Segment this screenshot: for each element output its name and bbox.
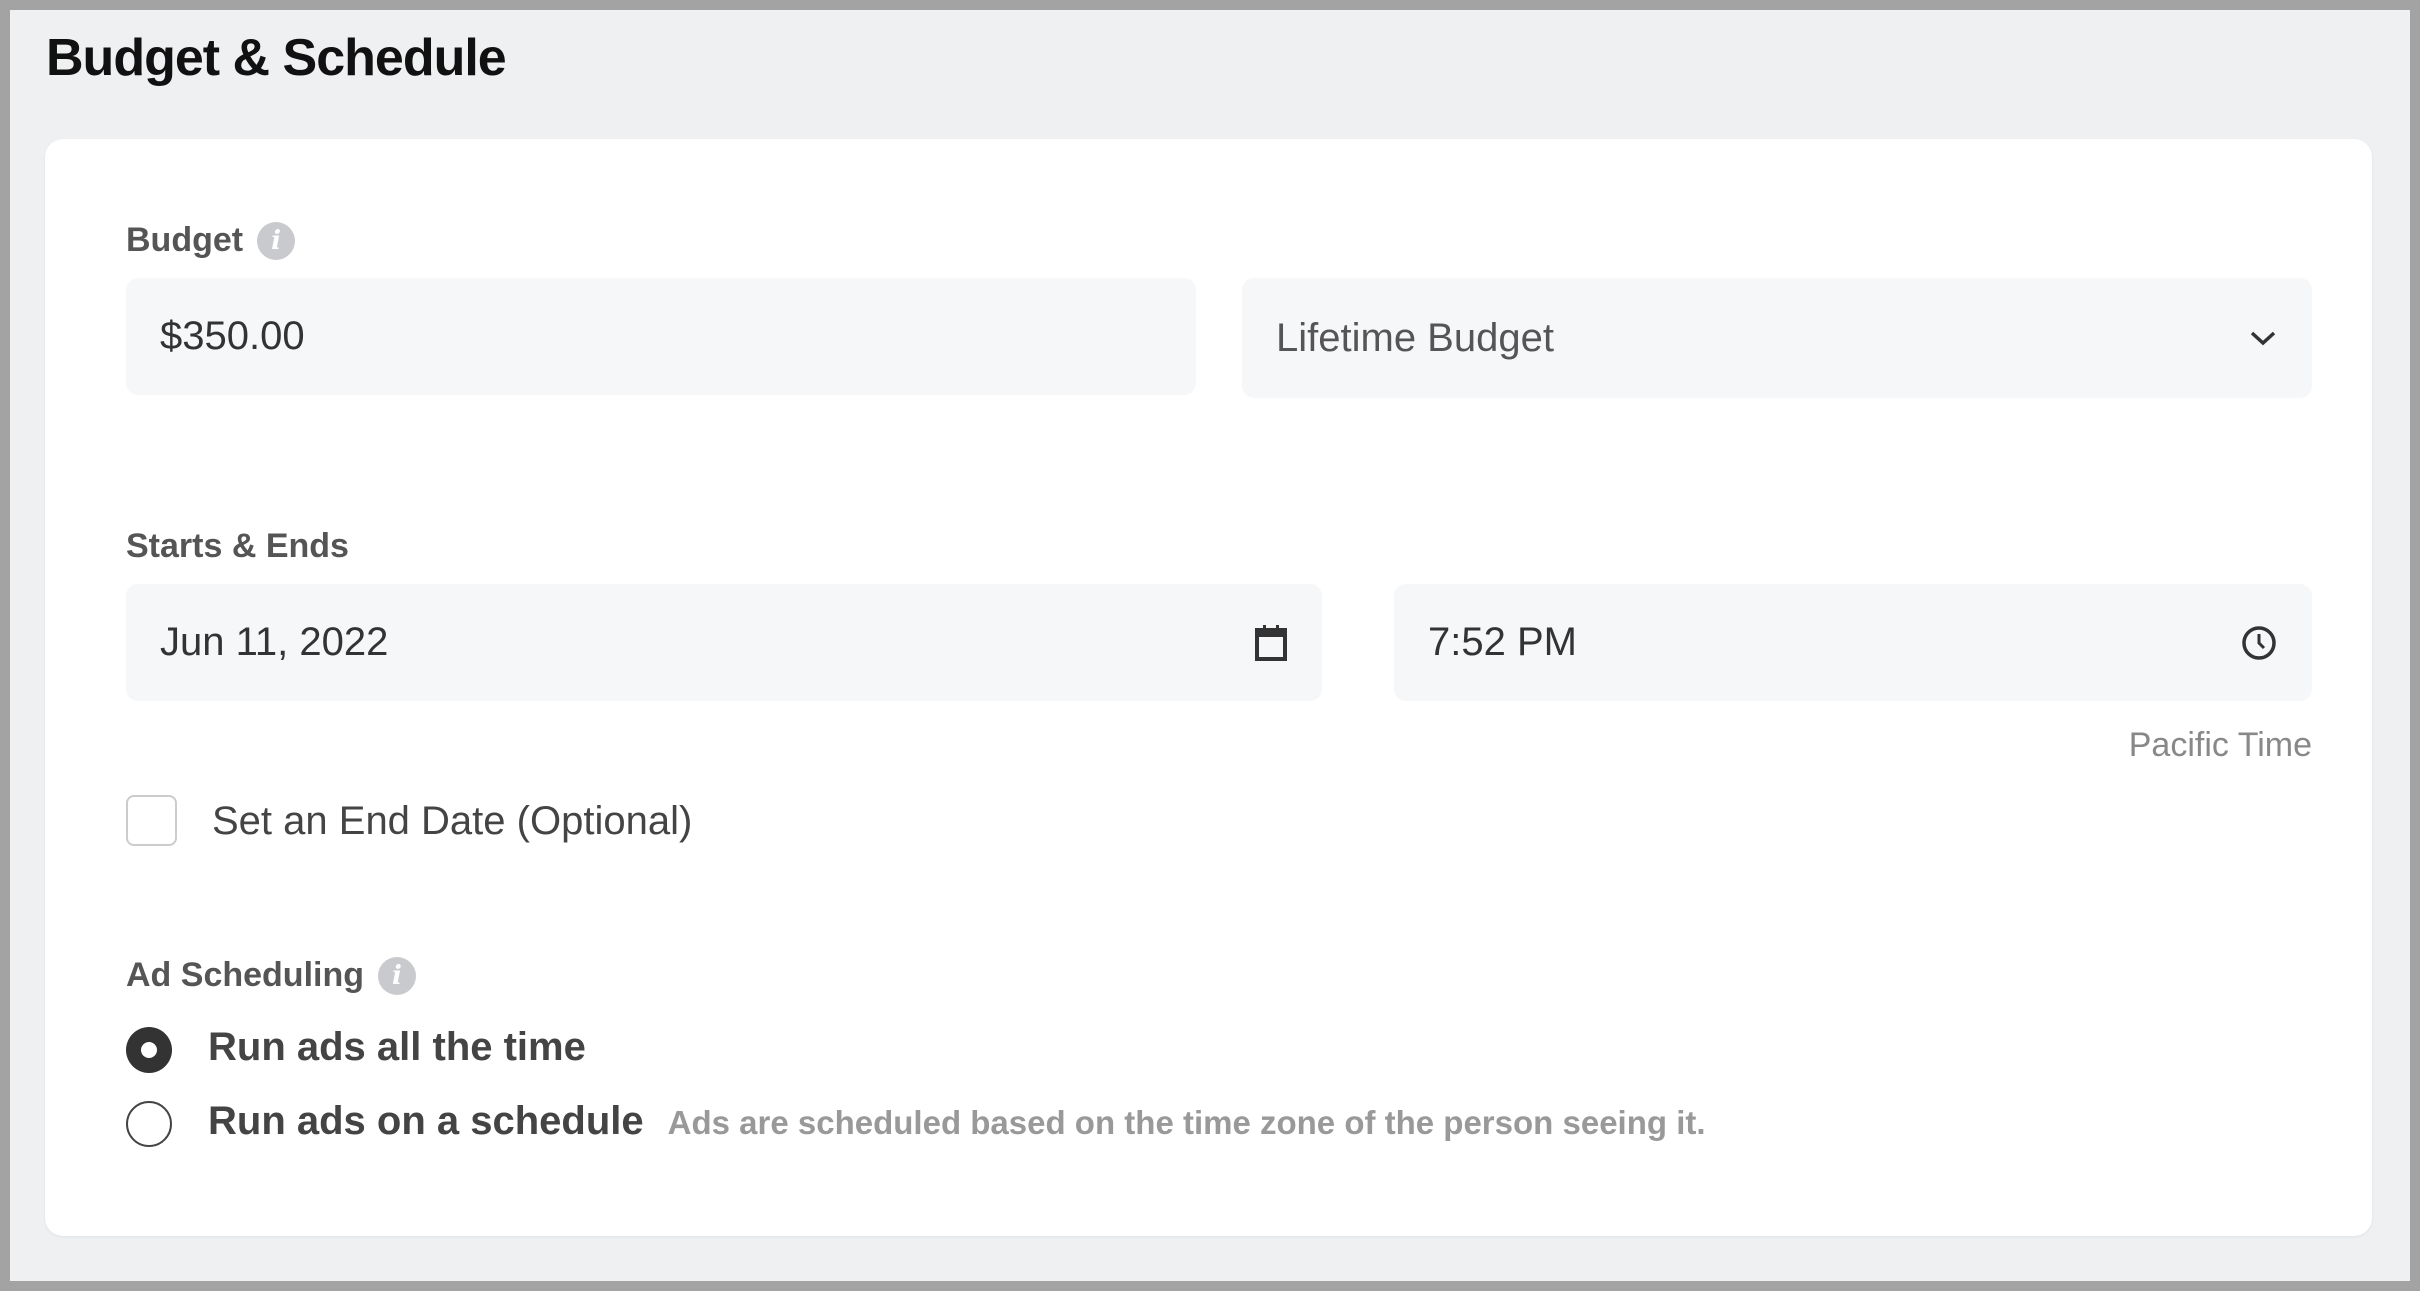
schedule-help-text: Ads are scheduled based on the time zone… [667, 1104, 1706, 1141]
start-date-value: Jun 11, 2022 [160, 620, 389, 664]
start-time-value: 7:52 PM [1428, 620, 1577, 664]
calendar-icon[interactable] [1254, 624, 1288, 662]
budget-amount-value: $350.00 [160, 314, 305, 358]
end-date-checkbox-label[interactable]: Set an End Date (Optional) [212, 799, 692, 844]
clock-icon[interactable] [2240, 624, 2278, 662]
ad-scheduling-label-text: Ad Scheduling [126, 956, 364, 994]
ad-scheduling-label: Ad Scheduling i [126, 956, 416, 995]
chevron-down-icon [2250, 331, 2276, 346]
option-label: Run ads all the time [208, 1025, 586, 1069]
budget-schedule-card: Budget i $350.00 Lifetime Budget Starts &… [45, 139, 2372, 1236]
radio-dot [141, 1042, 157, 1058]
budget-type-select[interactable]: Lifetime Budget [1242, 278, 2312, 398]
option-label: Run ads on a schedule [208, 1099, 644, 1143]
page: Budget & Schedule Budget i $350.00 Lifeti… [10, 10, 2410, 1281]
radio-run-all-time-label[interactable]: Run ads all the time [208, 1025, 586, 1070]
timezone-label: Pacific Time [2128, 726, 2312, 764]
starts-ends-label: Starts & Ends [126, 527, 349, 565]
budget-type-value: Lifetime Budget [1276, 315, 1554, 360]
start-time-input[interactable]: 7:52 PM [1394, 584, 2312, 701]
info-icon[interactable]: i [257, 221, 296, 260]
radio-run-all-time[interactable] [126, 1027, 172, 1073]
budget-label-text: Budget [126, 221, 244, 259]
budget-amount-input[interactable]: $350.00 [126, 278, 1196, 395]
end-date-checkbox[interactable] [126, 795, 177, 846]
radio-run-on-schedule-label[interactable]: Run ads on a schedule Ads are scheduled b… [208, 1099, 1706, 1144]
start-date-input[interactable]: Jun 11, 2022 [126, 584, 1322, 701]
budget-label: Budget i [126, 221, 296, 260]
section-title: Budget & Schedule [46, 29, 507, 87]
info-icon[interactable]: i [378, 956, 416, 995]
radio-run-on-schedule[interactable] [126, 1101, 172, 1147]
